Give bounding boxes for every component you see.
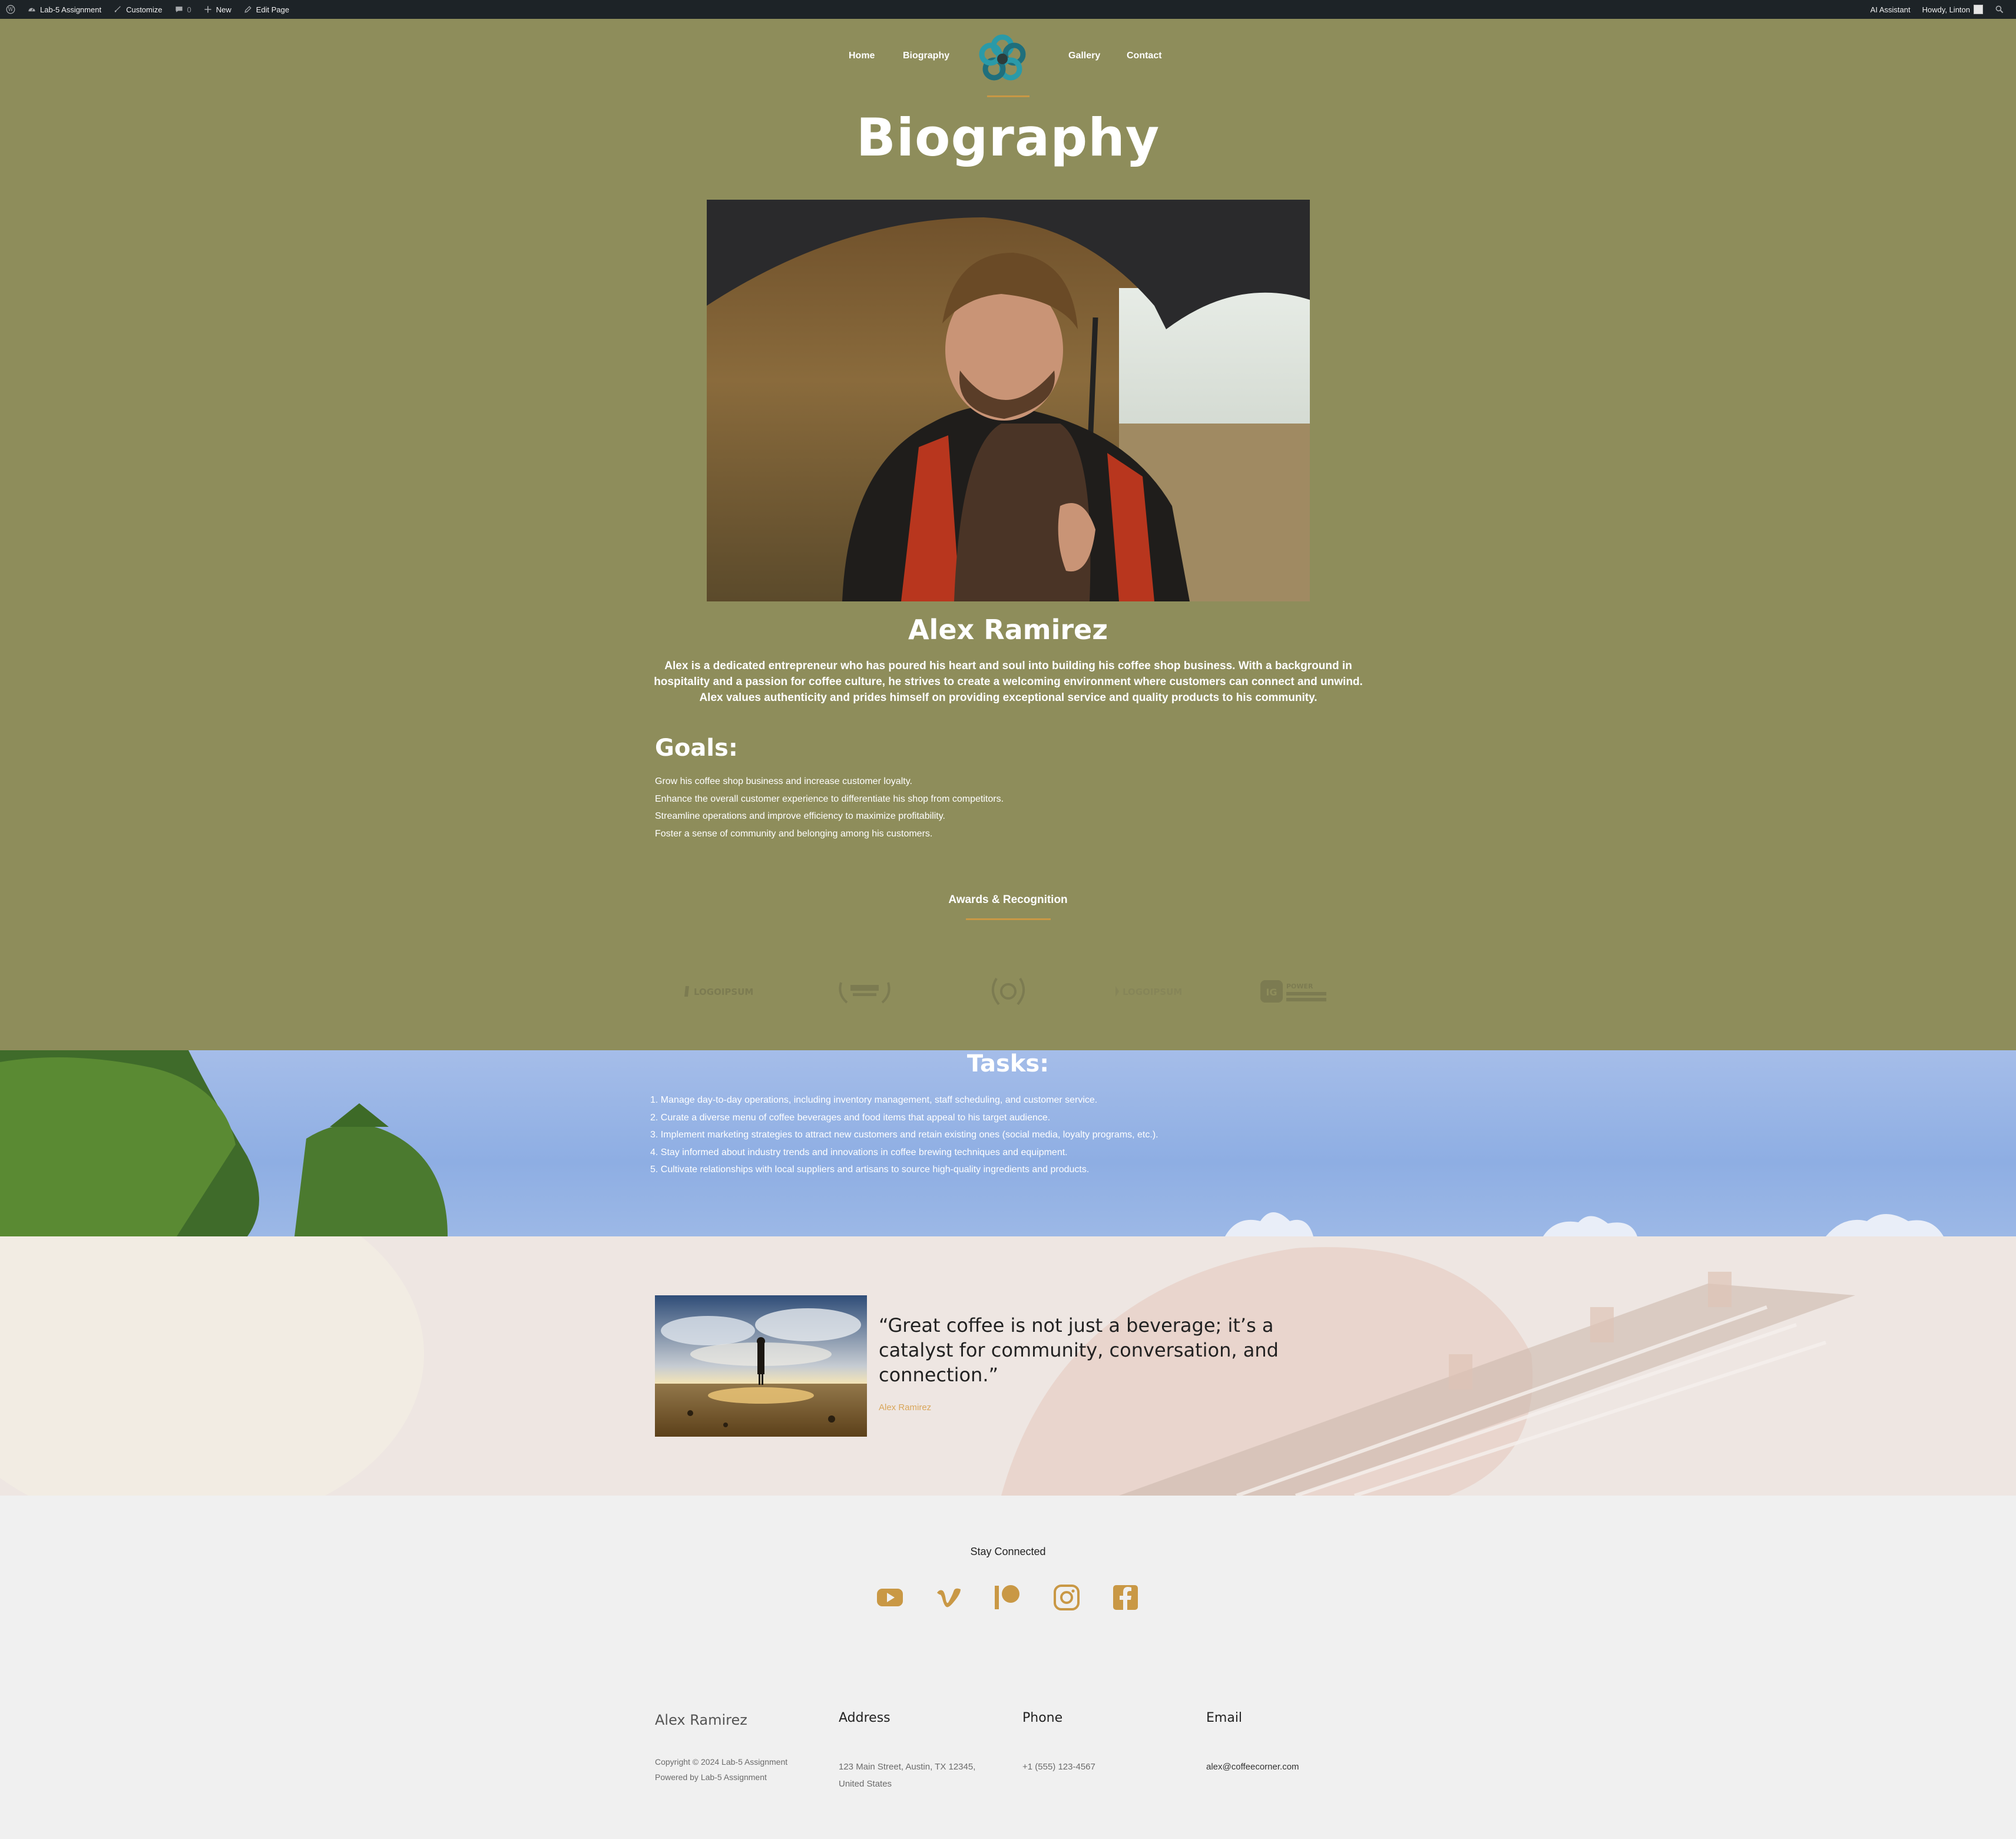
vimeo-icon[interactable]	[935, 1583, 963, 1612]
plus-icon	[203, 5, 213, 14]
wordpress-icon: W	[6, 5, 15, 14]
quote-photo	[655, 1295, 867, 1437]
list-item: 3. Implement marketing strategies to att…	[650, 1130, 1158, 1140]
search-icon	[1995, 5, 2004, 14]
list-item: 1. Manage day-to-day operations, includi…	[650, 1095, 1098, 1105]
svg-text:W: W	[8, 7, 14, 13]
comment-icon	[174, 5, 184, 14]
edit-page-link[interactable]: Edit Page	[237, 0, 295, 19]
goals-heading: Goals:	[655, 735, 738, 762]
social-title: Stay Connected	[970, 1546, 1046, 1557]
customize-link[interactable]: Customize	[107, 0, 168, 19]
biography-section: Home Biography Gallery Contact Biography	[0, 19, 2016, 1050]
portrait-photo	[707, 200, 1310, 601]
pencil-icon	[243, 5, 253, 14]
comments-link[interactable]: 0	[168, 0, 197, 19]
wordpress-logo-button[interactable]: W	[0, 0, 21, 19]
ai-assistant-link[interactable]: AI Assistant	[1865, 0, 1916, 19]
greeting-label: Howdy, Linton	[1922, 5, 1970, 14]
avatar	[1974, 5, 1983, 14]
copyright-text: Copyright © 2024 Lab-5 Assignment	[655, 1757, 788, 1767]
dashboard-icon	[27, 5, 37, 14]
quote-author: Alex Ramirez	[879, 1403, 932, 1413]
youtube-icon[interactable]	[876, 1583, 904, 1612]
tasks-heading: Tasks:	[966, 1050, 1050, 1077]
list-item: 5. Cultivate relationships with local su…	[650, 1165, 1090, 1175]
quote-section: “Great coffee is not just a beverage; it…	[0, 1236, 2016, 1496]
goals-list: Grow his coffee shop business and increa…	[655, 773, 1004, 842]
awards-underline	[966, 918, 1051, 920]
address-line-1: 123 Main Street, Austin, TX 12345,	[839, 1762, 976, 1772]
award-logo-3	[985, 976, 1032, 1007]
address-heading: Address	[839, 1711, 891, 1725]
account-menu[interactable]: Howdy, Linton	[1916, 0, 1989, 19]
award-logo-4: LOGOIPSUM	[1113, 976, 1190, 1007]
site-name-label: Lab-5 Assignment	[40, 5, 102, 14]
awards-title: Awards & Recognition	[948, 894, 1068, 906]
award-logo-5: IG POWER	[1259, 976, 1331, 1007]
page-title: Biography	[856, 107, 1160, 168]
new-label: New	[216, 5, 231, 14]
powered-by-text: Powered by Lab-5 Assignment	[655, 1772, 767, 1782]
site-name-link[interactable]: Lab-5 Assignment	[21, 0, 107, 19]
list-item: 4. Stay informed about industry trends a…	[650, 1147, 1068, 1157]
award-logo-2	[835, 976, 894, 1007]
patreon-icon[interactable]	[994, 1583, 1022, 1612]
phone-value[interactable]: +1 (555) 123-4567	[1022, 1758, 1095, 1775]
tasks-section: Tasks: 1. Manage day-to-day operations, …	[0, 1050, 2016, 1236]
address-value: 123 Main Street, Austin, TX 12345, Unite…	[839, 1758, 975, 1792]
nav-contact[interactable]: Contact	[1127, 51, 1162, 61]
customize-label: Customize	[126, 5, 163, 14]
list-item: Enhance the overall customer experience …	[655, 793, 1004, 804]
award-logo-1: LOGOIPSUM	[683, 976, 760, 1007]
email-heading: Email	[1206, 1711, 1243, 1725]
footer-copyright: Copyright © 2024 Lab-5 Assignment Powere…	[655, 1754, 787, 1785]
brush-icon	[113, 5, 123, 14]
site-logo[interactable]	[973, 29, 1032, 88]
svg-text:LOGOIPSUM: LOGOIPSUM	[694, 987, 753, 997]
tasks-list: 1. Manage day-to-day operations, includi…	[650, 1092, 1158, 1179]
svg-text:LOGOIPSUM: LOGOIPSUM	[1123, 987, 1182, 997]
admin-search-button[interactable]	[1989, 0, 2010, 19]
list-item: Grow his coffee shop business and increa…	[655, 776, 912, 786]
list-item: Streamline operations and improve effici…	[655, 811, 945, 821]
facebook-icon[interactable]	[1111, 1583, 1140, 1612]
phone-heading: Phone	[1022, 1711, 1063, 1725]
nav-biography[interactable]: Biography	[903, 51, 949, 61]
comments-count: 0	[187, 5, 191, 14]
ai-assistant-label: AI Assistant	[1870, 5, 1911, 14]
quote-text: “Great coffee is not just a beverage; it…	[879, 1314, 1279, 1386]
nav-home[interactable]: Home	[849, 51, 875, 61]
svg-text:POWER: POWER	[1286, 983, 1313, 990]
nav-active-underline	[987, 95, 1029, 97]
bio-paragraph: Alex is a dedicated entrepreneur who has…	[654, 660, 1363, 704]
list-item: 2. Curate a diverse menu of coffee bever…	[650, 1112, 1051, 1123]
person-name: Alex Ramirez	[908, 614, 1108, 646]
address-line-2: United States	[839, 1779, 892, 1789]
svg-text:IG: IG	[1266, 987, 1277, 998]
email-value[interactable]: alex@coffeecorner.com	[1206, 1758, 1299, 1775]
list-item: Foster a sense of community and belongin…	[655, 828, 933, 839]
footer-brand: Alex Ramirez	[655, 1712, 747, 1728]
nav-gallery[interactable]: Gallery	[1068, 51, 1100, 61]
instagram-icon[interactable]	[1052, 1583, 1081, 1612]
admin-bar: W Lab-5 Assignment Customize 0 New Edit …	[0, 0, 2016, 19]
edit-page-label: Edit Page	[256, 5, 290, 14]
new-content-link[interactable]: New	[197, 0, 237, 19]
